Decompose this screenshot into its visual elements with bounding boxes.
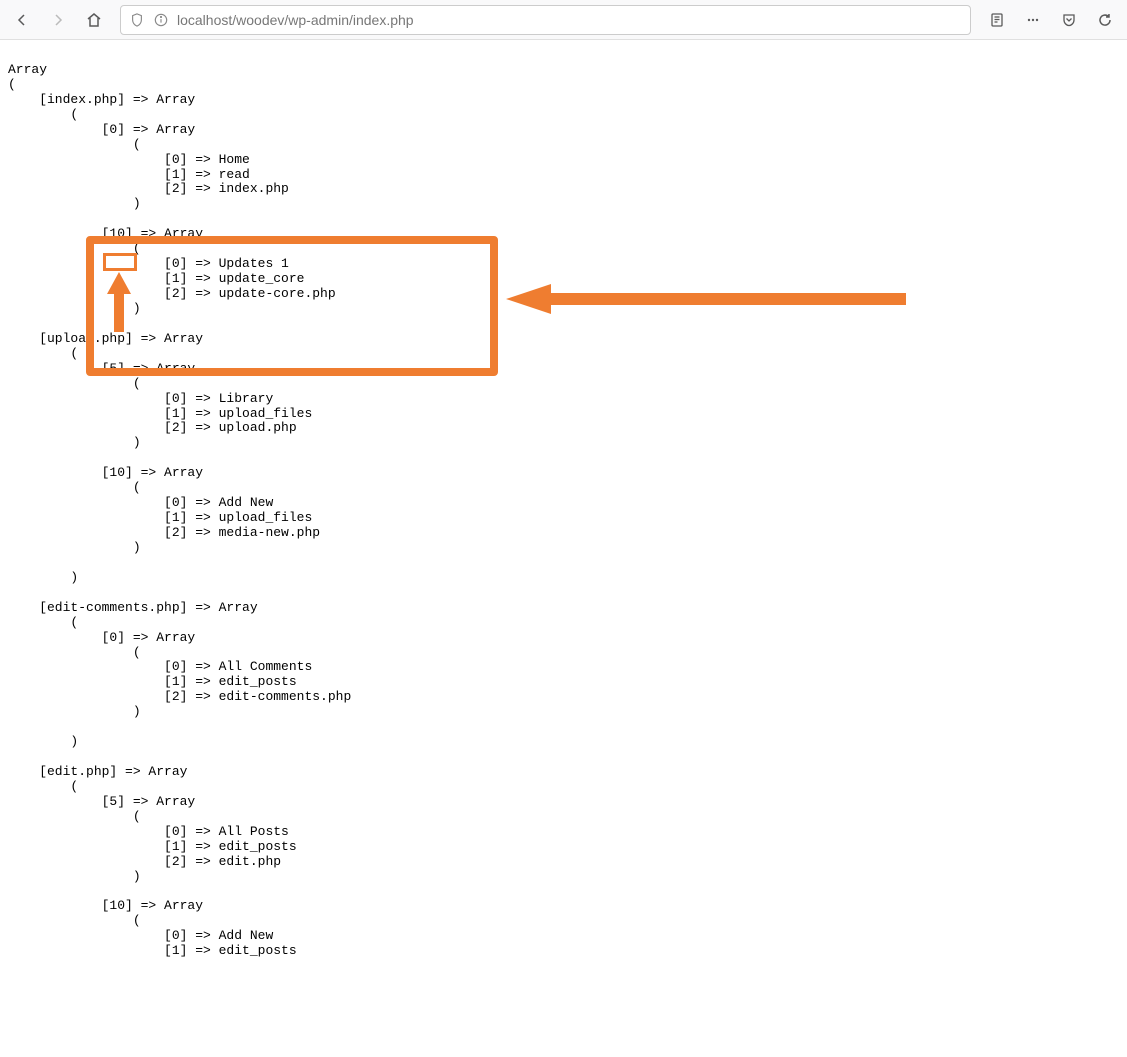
pocket-icon[interactable] bbox=[1053, 4, 1085, 36]
url-text: localhost/woodev/wp-admin/index.php bbox=[177, 12, 962, 28]
url-bar[interactable]: localhost/woodev/wp-admin/index.php bbox=[120, 5, 971, 35]
forward-button[interactable] bbox=[42, 4, 74, 36]
array-dump: Array ( [index.php] => Array ( [0] => Ar… bbox=[8, 63, 1119, 959]
reader-mode-icon[interactable] bbox=[981, 4, 1013, 36]
info-icon bbox=[153, 12, 169, 28]
shield-icon bbox=[129, 12, 145, 28]
toolbar-right bbox=[981, 4, 1121, 36]
browser-toolbar: localhost/woodev/wp-admin/index.php bbox=[0, 0, 1127, 40]
page-content: Array ( [index.php] => Array ( [0] => Ar… bbox=[0, 40, 1127, 1057]
menu-dots-icon[interactable] bbox=[1017, 4, 1049, 36]
reload-button[interactable] bbox=[1089, 4, 1121, 36]
home-button[interactable] bbox=[78, 4, 110, 36]
back-button[interactable] bbox=[6, 4, 38, 36]
